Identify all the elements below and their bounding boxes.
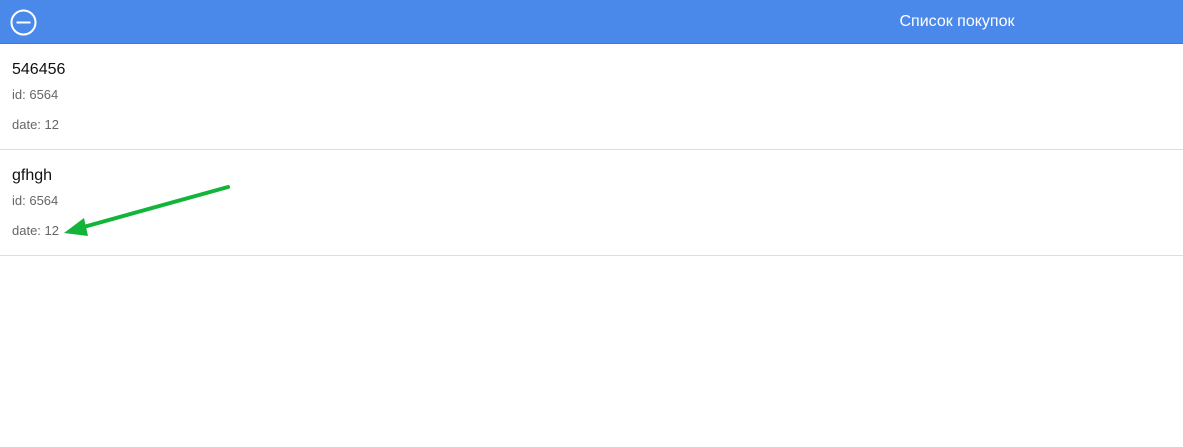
item-name: gfhgh xyxy=(12,167,53,184)
item-date: date: 12 xyxy=(12,117,59,132)
purchase-list: 546456 id: 6564 date: 12 gfhgh id: 6564 … xyxy=(0,44,1183,256)
item-date: date: 12 xyxy=(12,223,59,238)
list-item[interactable]: gfhgh id: 6564 date: 12 xyxy=(0,150,1183,256)
item-name: 546456 xyxy=(12,61,66,78)
list-item[interactable]: 546456 id: 6564 date: 12 xyxy=(0,44,1183,150)
top-app-bar: Список покупок xyxy=(0,0,1183,44)
minus-circle-icon[interactable] xyxy=(10,9,37,36)
item-id: id: 6564 xyxy=(12,193,59,208)
item-id: id: 6564 xyxy=(12,87,59,102)
page-title: Список покупок xyxy=(899,13,1015,30)
